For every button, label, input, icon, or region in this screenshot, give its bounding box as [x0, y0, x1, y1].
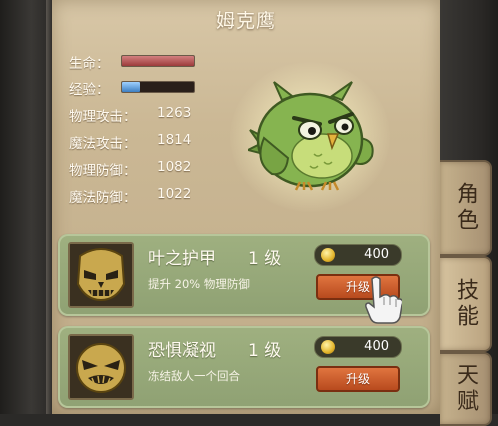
stat-label: 魔法防御：	[69, 190, 137, 206]
upgrade-button[interactable]: 升级	[316, 366, 400, 392]
stat-label: 物理攻击：	[69, 109, 137, 125]
skill-level: 1 级	[248, 341, 282, 361]
cost-value: 400	[364, 339, 389, 354]
stat-physical-defense: 物理防御： 1082	[69, 159, 191, 179]
stat-value: 1814	[157, 132, 192, 148]
upgrade-cost: 400	[314, 244, 402, 266]
hp-bar-fill	[122, 56, 194, 66]
skill-name: 叶之护甲	[148, 249, 216, 269]
tab-skills[interactable]: 技能	[440, 256, 492, 352]
coin-icon	[321, 248, 335, 262]
glaring-face-icon	[68, 334, 134, 400]
coin-icon	[321, 340, 335, 354]
skill-description: 冻结敌人一个回合	[148, 369, 240, 383]
skull-mask-icon	[68, 242, 134, 308]
stat-value: 1022	[157, 186, 192, 202]
character-name: 姆克鹰	[215, 10, 276, 32]
owl-character-portrait	[248, 81, 374, 191]
exp-label: 经验：	[69, 82, 110, 98]
stat-value: 1263	[157, 105, 192, 121]
tab-character[interactable]: 角色	[440, 160, 492, 256]
stat-magic-attack: 魔法攻击： 1814	[69, 132, 191, 152]
stat-value: 1082	[157, 159, 192, 175]
skill-description: 提升 20% 物理防御	[148, 277, 250, 291]
pointing-hand-icon	[365, 276, 402, 324]
skill-card: 恐惧凝视 1 级 冻结敌人一个回合 400 升级	[58, 326, 430, 408]
exp-row: 经验：	[69, 78, 195, 98]
stat-label: 魔法攻击：	[69, 136, 137, 152]
hp-bar	[121, 55, 195, 67]
cost-value: 400	[364, 247, 389, 262]
stat-label: 物理防御：	[69, 163, 137, 179]
stat-physical-attack: 物理攻击： 1263	[69, 105, 191, 125]
skill-level: 1 级	[248, 249, 282, 269]
skill-name: 恐惧凝视	[148, 341, 216, 361]
exp-bar	[121, 81, 195, 93]
tab-talent[interactable]: 天赋	[440, 352, 492, 426]
hp-label: 生命：	[69, 56, 110, 72]
hp-row: 生命：	[69, 52, 195, 72]
stat-magic-defense: 魔法防御： 1022	[69, 186, 191, 206]
exp-bar-fill	[122, 82, 140, 92]
left-frame	[0, 0, 52, 414]
upgrade-cost: 400	[314, 336, 402, 358]
